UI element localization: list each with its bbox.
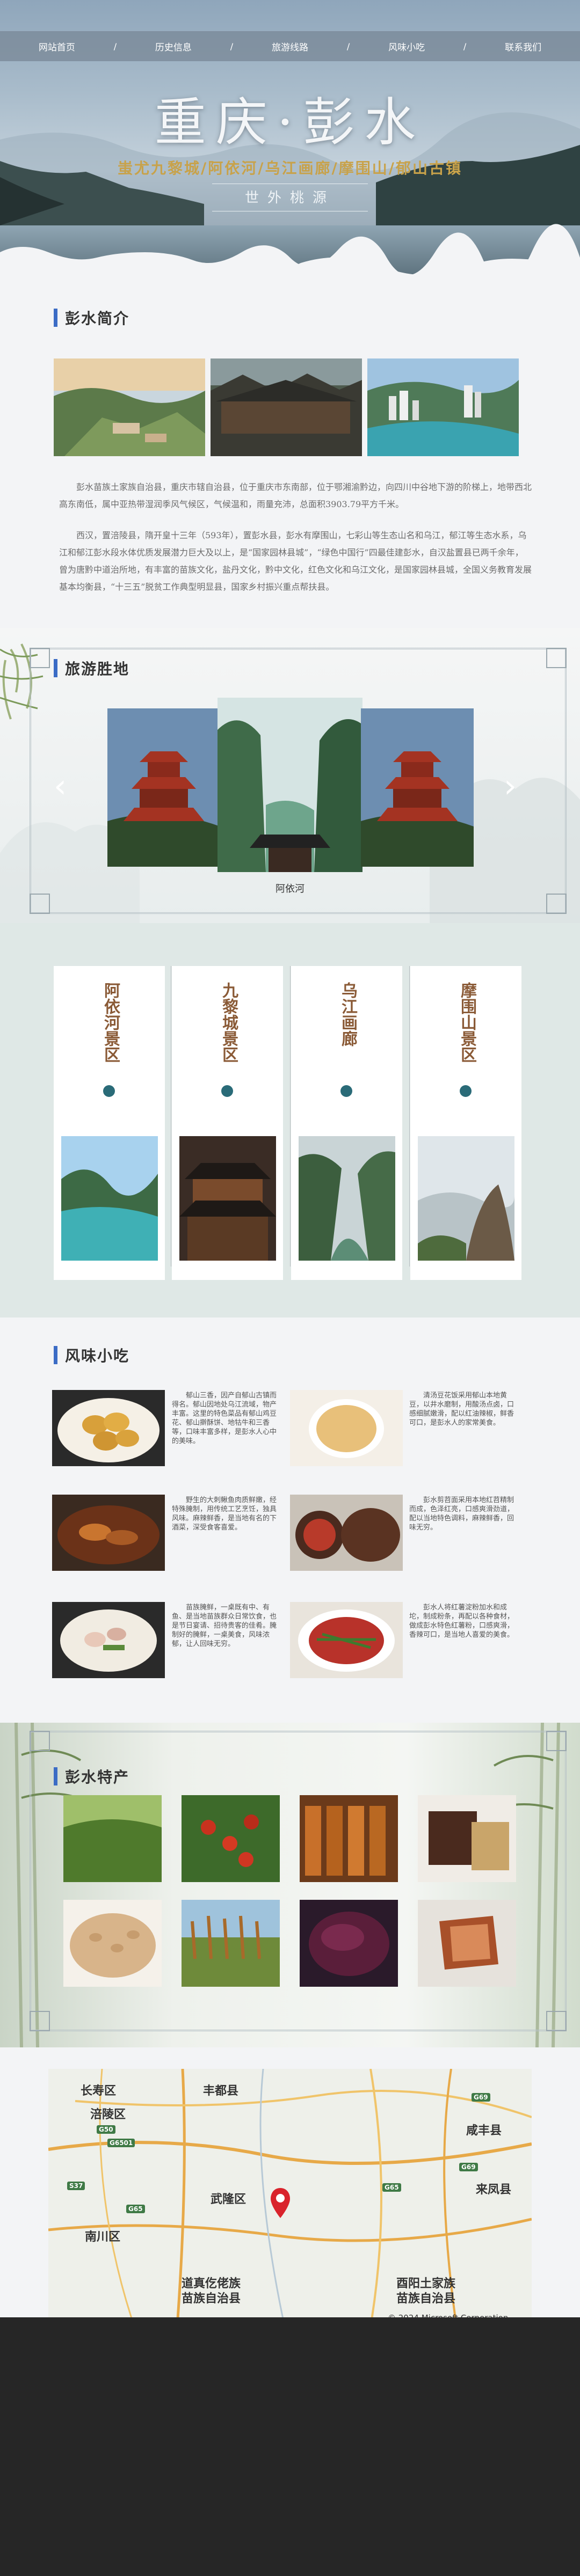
card-photo-ayi-river — [61, 1136, 158, 1261]
frame-corner — [546, 648, 567, 668]
nav-routes[interactable]: 旅游线路 — [233, 40, 347, 53]
frame-corner — [30, 1731, 50, 1751]
card-photo-wujiang-gallery — [299, 1136, 395, 1261]
specialty-photo-8 — [418, 1900, 516, 1987]
carousel-slide-river-gorge[interactable] — [218, 698, 363, 872]
heading-accent-bar — [54, 1346, 57, 1364]
carousel-slide-pagoda-left[interactable] — [107, 708, 220, 867]
specialty-photo-6 — [182, 1900, 280, 1987]
food-photo-1 — [52, 1390, 165, 1466]
card-title: 九黎城景区 — [219, 982, 238, 1063]
food-desc-3: 野生的大刺鳅鱼肉质鲜嫩，经特殊腌制，用传统工艺烹饪，独具风味。麻辣鲜香，是当地有… — [172, 1496, 277, 1532]
map-label-wulong: 武隆区 — [211, 2193, 247, 2206]
road-badge: G65 — [382, 2183, 401, 2192]
card-divider — [290, 966, 291, 1267]
specialty-heading: 彭水特产 — [54, 1766, 129, 1787]
map-label-youyang: 酉阳土家族苗族自治县 — [396, 2277, 456, 2306]
intro-photo-stilt-houses — [211, 358, 362, 456]
intro-paragraph-1: 彭水苗族土家族自治县，重庆市辖自治县，位于重庆市东南部，位于鄂湘渝黔边，向四川中… — [59, 482, 532, 509]
specialty-photo-4 — [418, 1795, 516, 1882]
hero-slogan: 世外桃源 — [212, 184, 368, 211]
carousel-caption: 阿依河 — [276, 883, 305, 895]
nav-history[interactable]: 历史信息 — [117, 40, 230, 53]
food-photo-6 — [290, 1602, 403, 1678]
card-dot — [340, 1085, 352, 1097]
nav-snacks[interactable]: 风味小吃 — [350, 40, 463, 53]
frame-corner — [546, 1731, 567, 1751]
road-badge: G69 — [459, 2163, 478, 2171]
specialty-photo-2 — [182, 1795, 280, 1882]
scenic-heading: 旅游胜地 — [54, 657, 129, 679]
intro-photo-aerial-town — [54, 358, 205, 456]
card-dot — [103, 1085, 115, 1097]
intro-photo-river-city — [367, 358, 519, 456]
road-badge: G69 — [472, 2093, 490, 2102]
carousel-next-icon[interactable]: › — [504, 767, 517, 805]
card-title: 摩围山景区 — [458, 982, 476, 1063]
heading-accent-bar — [54, 659, 57, 677]
map-label-fengdu: 丰都县 — [203, 2084, 239, 2098]
map-label-laifeng: 来凤县 — [476, 2183, 512, 2197]
card-photo-jiuli-city — [179, 1136, 276, 1261]
intro-title: 彭水简介 — [65, 310, 130, 327]
card-dot — [460, 1085, 472, 1097]
specialty-photo-3 — [300, 1795, 398, 1882]
scenic-card-ayi-river[interactable]: 阿依河景区 — [54, 966, 165, 1280]
map-label-xianfeng: 咸丰县 — [466, 2124, 502, 2138]
road-badge: S37 — [67, 2182, 85, 2190]
top-navigation: 网站首页 / 历史信息 / 旅游线路 / 风味小吃 / 联系我们 — [0, 31, 580, 61]
food-photo-4 — [290, 1495, 403, 1571]
road-badge: G65 — [126, 2205, 145, 2213]
food-desc-2: 清汤豆花饭采用郁山本地黄豆，以井水磨制，用酸汤点卤，口感细腻嫩滑，配以红油辣椒，… — [409, 1392, 514, 1427]
hero-subtitle: 蚩尤九黎城/阿依河/乌江画廊/摩围山/郁山古镇 — [118, 159, 462, 177]
food-photo-2 — [290, 1390, 403, 1466]
card-title: 乌江画廊 — [338, 982, 357, 1046]
carousel-slide-pagoda-right[interactable] — [361, 708, 474, 867]
heading-accent-bar — [54, 1767, 57, 1785]
frame-corner — [30, 894, 50, 914]
card-title: 阿依河景区 — [101, 982, 120, 1063]
specialty-photo-5 — [63, 1900, 162, 1987]
card-dot — [221, 1085, 233, 1097]
specialty-photo-1 — [63, 1795, 162, 1882]
specialty-title: 彭水特产 — [65, 1768, 130, 1786]
card-photo-moweishan — [418, 1136, 514, 1261]
intro-paragraph-2: 西汉，置涪陵县，隋开皇十三年（593年），置彭水县，彭水有摩围山，七彩山等生态山… — [59, 530, 532, 592]
frame-corner — [30, 648, 50, 668]
map-label-fuling: 涪陵区 — [90, 2108, 126, 2121]
frame-corner — [546, 894, 567, 914]
map-label-changshou: 长寿区 — [81, 2084, 117, 2098]
scenic-title: 旅游胜地 — [65, 660, 130, 678]
food-photo-3 — [52, 1495, 165, 1571]
frame-corner — [546, 2011, 567, 2031]
road-badge: G50 — [97, 2125, 115, 2134]
food-desc-1: 郁山三香，因产自郁山古镇而得名。郁山因地处乌江流域，物产丰富。这里的特色菜品有郁… — [172, 1392, 277, 1445]
carousel-prev-icon[interactable]: ‹ — [54, 767, 67, 805]
page-footer — [0, 2317, 580, 2576]
food-photo-5 — [52, 1602, 165, 1678]
map-label-nanchuan: 南川区 — [85, 2230, 121, 2244]
map-pin-icon[interactable] — [270, 2187, 291, 2219]
intro-heading: 彭水简介 — [54, 307, 129, 328]
road-badge: G6501 — [107, 2139, 135, 2147]
scenic-card-moweishan[interactable]: 摩围山景区 — [410, 966, 521, 1280]
hero-title: 重庆·彭水 — [154, 92, 426, 152]
food-desc-6: 彭水人将红薯淀粉加水和成坨，制成粉条，再配以各种食材，做成彭水特色红薯粉，口感爽… — [409, 1604, 514, 1639]
food-heading: 风味小吃 — [54, 1344, 129, 1366]
nav-home[interactable]: 网站首页 — [0, 40, 114, 53]
food-desc-5: 苗族腌鲜，一桌既有中、有鱼、是当地苗族群众日常饮食，也是节日宴请、招待贵客的佳肴… — [172, 1604, 277, 1648]
specialty-photo-7 — [300, 1900, 398, 1987]
map-label-daozhen: 道真仡佬族苗族自治县 — [182, 2277, 241, 2306]
food-title: 风味小吃 — [65, 1347, 130, 1365]
scenic-card-jiuli-city[interactable]: 九黎城景区 — [172, 966, 283, 1280]
nav-contact[interactable]: 联系我们 — [466, 40, 580, 53]
scenic-card-wujiang-gallery[interactable]: 乌江画廊 — [291, 966, 402, 1280]
heading-accent-bar — [54, 309, 57, 327]
card-divider — [409, 966, 410, 1267]
food-desc-4: 彭水剪苕面采用本地红苕精制而成，色泽红亮，口感爽滑劲道，配以当地特色调料，麻辣鲜… — [409, 1496, 514, 1532]
frame-corner — [30, 2011, 50, 2031]
